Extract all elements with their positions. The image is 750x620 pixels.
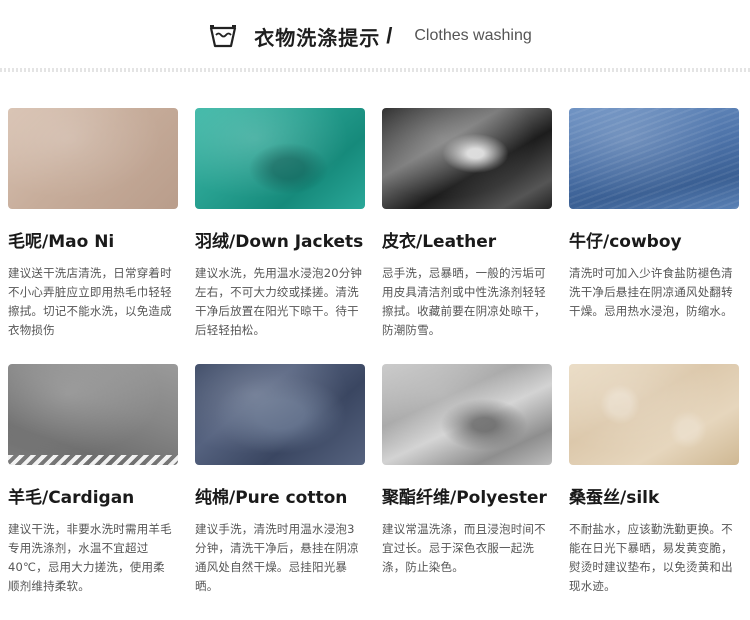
fabric-swatch-image [382,108,552,209]
fabric-swatch-image [195,108,365,209]
fabric-name: 皮衣/Leather [382,232,497,252]
fabric-care-text: 建议手洗，清洗时用温水浸泡3分钟，清洗干净后，悬挂在阴凉通风处自然干燥。忌挂阳光… [195,522,359,593]
fabric-care-text: 清洗时可加入少许食盐防褪色清洗干净后悬挂在阴凉通风处翻转干燥。忌用热水浸泡，防缩… [569,266,733,318]
fabric-card-mao-ni: 毛呢/Mao Ni 建议送干洗店清洗，日常穿着时不小心弄脏应立即用热毛巾轻轻擦拭… [8,108,178,364]
fabric-name: 羊毛/Cardigan [8,488,135,508]
fabric-name: 牛仔/cowboy [569,232,682,252]
title-separator: / [386,23,393,48]
page-header: 衣物洗涤提示 / Clothes washing [0,0,750,72]
fabric-card-cardigan: 羊毛/Cardigan 建议干洗，非要水洗时需用羊毛专用洗涤剂，水温不宜超过40… [8,364,178,620]
fabric-care-text: 不耐盐水，应该勤洗勤更换。不能在日光下暴晒，易发黄变脆，熨烫时建议垫布，以免烫黄… [569,522,733,593]
header-title-group: 衣物洗涤提示 / Clothes washing [208,22,532,51]
fabric-name: 羽绒/Down Jackets [195,232,364,252]
fabric-card-leather: 皮衣/Leather 忌手洗，忌暴晒，一般的污垢可用皮具清洁剂或中性洗涤剂轻轻擦… [382,108,552,364]
fabric-swatch-image [382,364,552,465]
fabric-card-pure-cotton: 纯棉/Pure cotton 建议手洗，清洗时用温水浸泡3分钟，清洗干净后，悬挂… [195,364,365,620]
fabric-edge-decoration [8,455,178,465]
fabric-care-text: 建议水洗，先用温水浸泡20分钟左右，不可大力绞或揉搓。清洗干净后放置在阳光下晾干… [195,266,363,337]
fabric-card-cowboy: 牛仔/cowboy 清洗时可加入少许食盐防褪色清洗干净后悬挂在阴凉通风处翻转干燥… [569,108,739,364]
fabric-card-polyester: 聚酯纤维/Polyester 建议常温洗涤，而且浸泡时间不宜过长。忌于深色衣服一… [382,364,552,620]
fabric-grid: 毛呢/Mao Ni 建议送干洗店清洗，日常穿着时不小心弄脏应立即用热毛巾轻轻擦拭… [8,108,748,620]
fabric-name: 纯棉/Pure cotton [195,488,348,508]
fabric-name: 聚酯纤维/Polyester [382,488,547,508]
header-divider [0,68,750,72]
fabric-name: 桑蚕丝/silk [569,488,660,508]
fabric-card-down-jackets: 羽绒/Down Jackets 建议水洗，先用温水浸泡20分钟左右，不可大力绞或… [195,108,365,364]
page-title-cn: 衣物洗涤提示 [254,25,381,50]
fabric-swatch-image [195,364,365,465]
fabric-swatch-image [8,108,178,209]
fabric-care-text: 建议常温洗涤，而且浸泡时间不宜过长。忌于深色衣服一起洗涤，防止染色。 [382,522,546,574]
fabric-care-text: 建议干洗，非要水洗时需用羊毛专用洗涤剂，水温不宜超过40℃，忌用大力搓洗，使用柔… [8,522,172,593]
fabric-swatch-image [569,108,739,209]
wash-basin-icon [210,25,237,48]
fabric-care-text: 忌手洗，忌暴晒，一般的污垢可用皮具清洁剂或中性洗涤剂轻轻擦拭。收藏前要在阴凉处晾… [382,266,546,337]
page-title-en: Clothes washing [414,27,532,44]
fabric-name: 毛呢/Mao Ni [8,232,115,252]
fabric-card-silk: 桑蚕丝/silk 不耐盐水，应该勤洗勤更换。不能在日光下暴晒，易发黄变脆，熨烫时… [569,364,739,620]
fabric-swatch-image [8,364,178,465]
fabric-care-text: 建议送干洗店清洗，日常穿着时不小心弄脏应立即用热毛巾轻轻擦拭。切记不能水洗，以免… [8,266,172,337]
fabric-swatch-image [569,364,739,465]
